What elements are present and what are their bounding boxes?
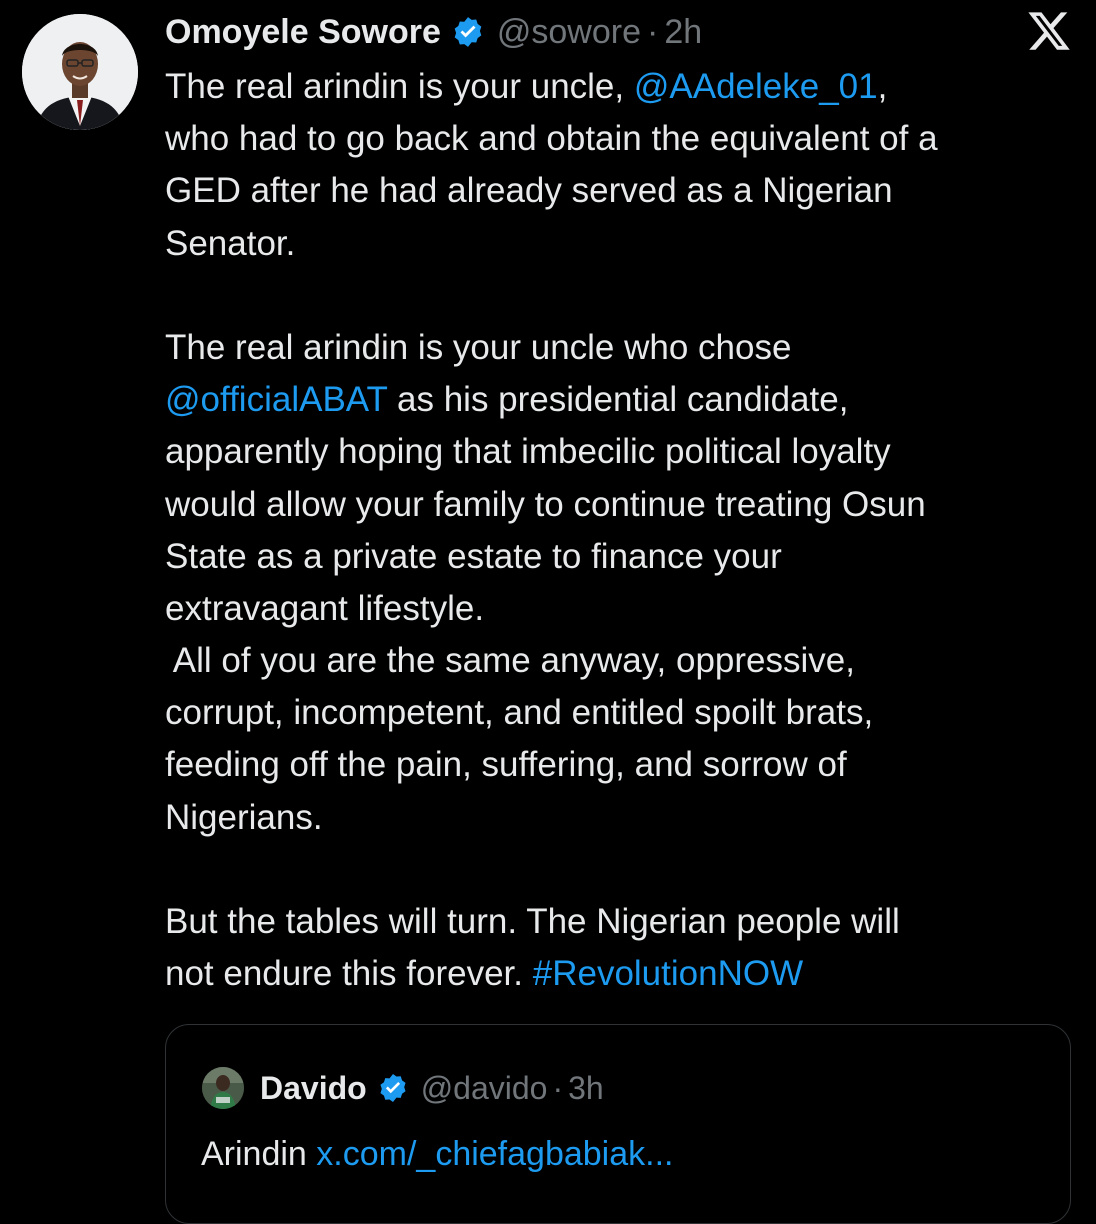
verified-badge-icon: [380, 1074, 406, 1102]
quoted-author-handle[interactable]: @davido: [421, 1070, 548, 1107]
quoted-post[interactable]: Davido @davido · 3h Arindin x.com/_chief…: [165, 1024, 1071, 1224]
text-segment: would allow your family to continue trea…: [165, 484, 926, 524]
post-text-line: extravagant lifestyle.: [165, 583, 1080, 635]
quoted-post-text: Arindin x.com/_chiefagbabiak...: [201, 1129, 673, 1179]
post-text-line: [165, 270, 1080, 322]
text-segment: The real arindin is your uncle who chose: [165, 327, 792, 367]
quoted-post-header: Davido @davido · 3h: [202, 1065, 604, 1111]
post-text-line: who had to go back and obtain the equiva…: [165, 113, 1080, 165]
author-display-name[interactable]: Omoyele Sowore: [165, 13, 441, 52]
mention-link[interactable]: @AAdeleke_01: [634, 67, 878, 106]
separator-dot: ·: [647, 12, 659, 51]
author-avatar[interactable]: [22, 14, 138, 130]
post-text-line: @officialABAT as his presidential candid…: [165, 374, 1080, 426]
text-segment: corrupt, incompetent, and entitled spoil…: [165, 693, 874, 733]
text-segment: ,: [877, 67, 888, 106]
post-timestamp[interactable]: 2h: [664, 13, 702, 52]
x-logo-icon: [1028, 12, 1070, 50]
quoted-author-display-name[interactable]: Davido: [260, 1070, 367, 1107]
text-segment: feeding off the pain, suffering, and sor…: [165, 745, 847, 785]
text-segment: extravagant lifestyle.: [165, 588, 485, 628]
verified-badge-icon: [454, 17, 482, 47]
text-segment: The real arindin is your uncle,: [165, 67, 634, 106]
post-text-line: But the tables will turn. The Nigerian p…: [165, 896, 1080, 948]
text-segment: Nigerians.: [165, 797, 323, 837]
post-text-line: feeding off the pain, suffering, and sor…: [165, 739, 1080, 791]
text-segment: But the tables will turn. The Nigerian p…: [165, 902, 900, 941]
quoted-post-timestamp[interactable]: 3h: [568, 1070, 604, 1107]
post-text-line: apparently hoping that imbecilic politic…: [165, 426, 1080, 478]
post-text-line: Senator.: [165, 218, 1080, 270]
text-segment: Senator.: [165, 223, 296, 263]
post-text-line: All of you are the same anyway, oppressi…: [165, 635, 1080, 687]
post-text-line: GED after he had already served as a Nig…: [165, 165, 1080, 217]
text-segment: State as a private estate to finance you…: [165, 536, 782, 576]
separator-dot: ·: [552, 1069, 564, 1106]
post-text: The real arindin is your uncle, @AAdelek…: [165, 61, 1080, 1000]
post-header: Omoyele Sowore @sowore · 2h: [165, 6, 702, 58]
text-segment: GED after he had already served as a Nig…: [165, 171, 893, 211]
text-segment: as his presidential candidate,: [387, 380, 849, 420]
post-text-line: corrupt, incompetent, and entitled spoil…: [165, 687, 1080, 739]
profile-photo: [22, 14, 138, 130]
text-segment: All of you are the same anyway, oppressi…: [165, 641, 855, 681]
post-text-line: State as a private estate to finance you…: [165, 531, 1080, 583]
quoted-post-text-body: Arindin: [201, 1135, 317, 1173]
profile-photo: [202, 1067, 244, 1109]
author-handle[interactable]: @sowore: [497, 13, 641, 52]
text-segment: who had to go back and obtain the equiva…: [165, 119, 938, 159]
quoted-author-avatar[interactable]: [202, 1067, 244, 1109]
mention-link[interactable]: @officialABAT: [165, 380, 387, 419]
post-text-line: Nigerians.: [165, 792, 1080, 844]
text-segment: apparently hoping that imbecilic politic…: [165, 432, 891, 472]
text-segment: not endure this forever.: [165, 954, 533, 994]
post-text-line: The real arindin is your uncle who chose: [165, 322, 1080, 374]
tweet-card: Omoyele Sowore @sowore · 2h The real ari…: [0, 0, 1096, 1224]
post-text-line: [165, 844, 1080, 896]
post-text-line: The real arindin is your uncle, @AAdelek…: [165, 61, 1080, 113]
post-text-line: would allow your family to continue trea…: [165, 479, 1080, 531]
hashtag-link[interactable]: #RevolutionNOW: [533, 954, 803, 993]
quoted-post-link[interactable]: x.com/_chiefagbabiak...: [316, 1135, 673, 1173]
post-text-line: not endure this forever. #RevolutionNOW: [165, 948, 1080, 1000]
